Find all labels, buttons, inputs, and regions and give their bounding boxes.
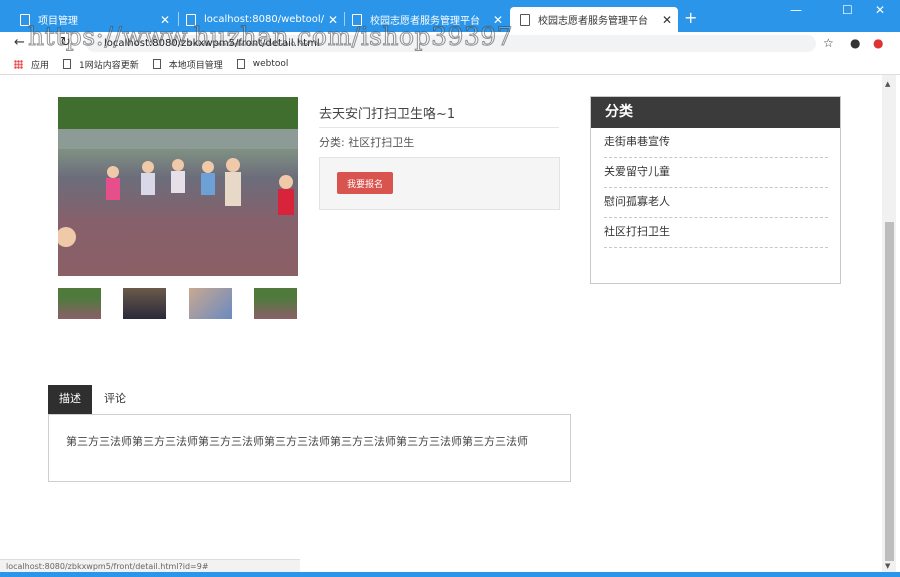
category-item[interactable]: 走街串巷宣传 <box>604 128 828 158</box>
thumbnail-image[interactable] <box>189 288 232 319</box>
apps-grid-icon <box>14 59 23 69</box>
thumbnail-image[interactable] <box>123 288 166 319</box>
back-icon[interactable]: ← <box>14 35 25 50</box>
page-icon <box>152 59 161 69</box>
scroll-down-icon[interactable]: ▼ <box>885 562 890 570</box>
tab-title: 校园志愿者服务管理平台 <box>538 16 648 27</box>
bookmark-label: 本地项目管理 <box>168 60 223 71</box>
watermark: https://www.huzhan.com/ishop39397 <box>27 22 514 52</box>
status-bar: localhost:8080/zbkxwpm5/front/detail.htm… <box>0 559 300 572</box>
scrollbar-thumb[interactable] <box>885 222 894 561</box>
bookmarks-bar: 应用 1网站内容更新 本地项目管理 webtool <box>0 54 900 75</box>
minimize-icon[interactable]: — <box>790 3 802 17</box>
page-icon <box>520 13 530 26</box>
category-label: 分类: <box>319 136 345 149</box>
bookmark-star-icon[interactable]: ☆ <box>823 36 834 50</box>
bookmark-item[interactable]: 本地项目管理 <box>152 58 223 71</box>
account-icon[interactable]: ● <box>850 36 860 50</box>
bookmark-label: 1网站内容更新 <box>79 60 139 71</box>
scroll-up-icon[interactable]: ▲ <box>885 80 890 88</box>
thumbnail-image[interactable] <box>254 288 297 319</box>
category-item[interactable]: 社区打扫卫生 <box>604 218 828 248</box>
tab-comments[interactable]: 评论 <box>92 385 138 415</box>
extension-icon[interactable]: ● <box>873 36 883 50</box>
activity-title: 去天安门打扫卫生咯~1 <box>319 107 456 122</box>
category-item[interactable]: 慰问孤寡老人 <box>604 188 828 218</box>
close-tab-icon[interactable]: ✕ <box>662 13 672 27</box>
signup-button[interactable]: 我要报名 <box>337 172 393 194</box>
bookmark-item[interactable]: 1网站内容更新 <box>63 58 139 71</box>
main-photo <box>56 97 298 276</box>
signup-panel: 我要报名 <box>319 157 560 210</box>
category-list: 走街串巷宣传 关爱留守儿童 慰问孤寡老人 社区打扫卫生 <box>591 128 840 248</box>
category-value: 社区打扫卫生 <box>348 136 415 149</box>
tab-description[interactable]: 描述 <box>48 385 92 415</box>
children-playing-image <box>56 97 298 247</box>
category-sidebar: 分类 走街串巷宣传 关爱留守儿童 慰问孤寡老人 社区打扫卫生 <box>590 96 841 284</box>
close-window-icon[interactable]: ✕ <box>875 3 885 17</box>
thumbnail-image[interactable] <box>58 288 101 319</box>
description-text: 第三方三法师第三方三法师第三方三法师第三方三法师第三方三法师第三方三法师第三方三… <box>66 435 528 448</box>
activity-category: 分类: 社区打扫卫生 <box>319 134 414 150</box>
bookmark-apps[interactable]: 应用 <box>14 58 49 71</box>
page-icon <box>63 59 72 69</box>
browser-tab-active[interactable]: 校园志愿者服务管理平台 ✕ <box>510 7 678 32</box>
page-icon <box>236 59 245 69</box>
new-tab-button[interactable]: + <box>684 8 697 27</box>
divider <box>319 127 559 128</box>
bookmark-label: 应用 <box>31 60 50 71</box>
bookmark-label: webtool <box>252 59 289 69</box>
maximize-icon[interactable]: ☐ <box>842 3 853 17</box>
window-frame <box>0 572 900 577</box>
description-panel: 第三方三法师第三方三法师第三方三法师第三方三法师第三方三法师第三方三法师第三方三… <box>48 414 571 482</box>
sidebar-heading: 分类 <box>591 97 840 128</box>
bookmark-item[interactable]: webtool <box>236 59 289 69</box>
category-item[interactable]: 关爱留守儿童 <box>604 158 828 188</box>
